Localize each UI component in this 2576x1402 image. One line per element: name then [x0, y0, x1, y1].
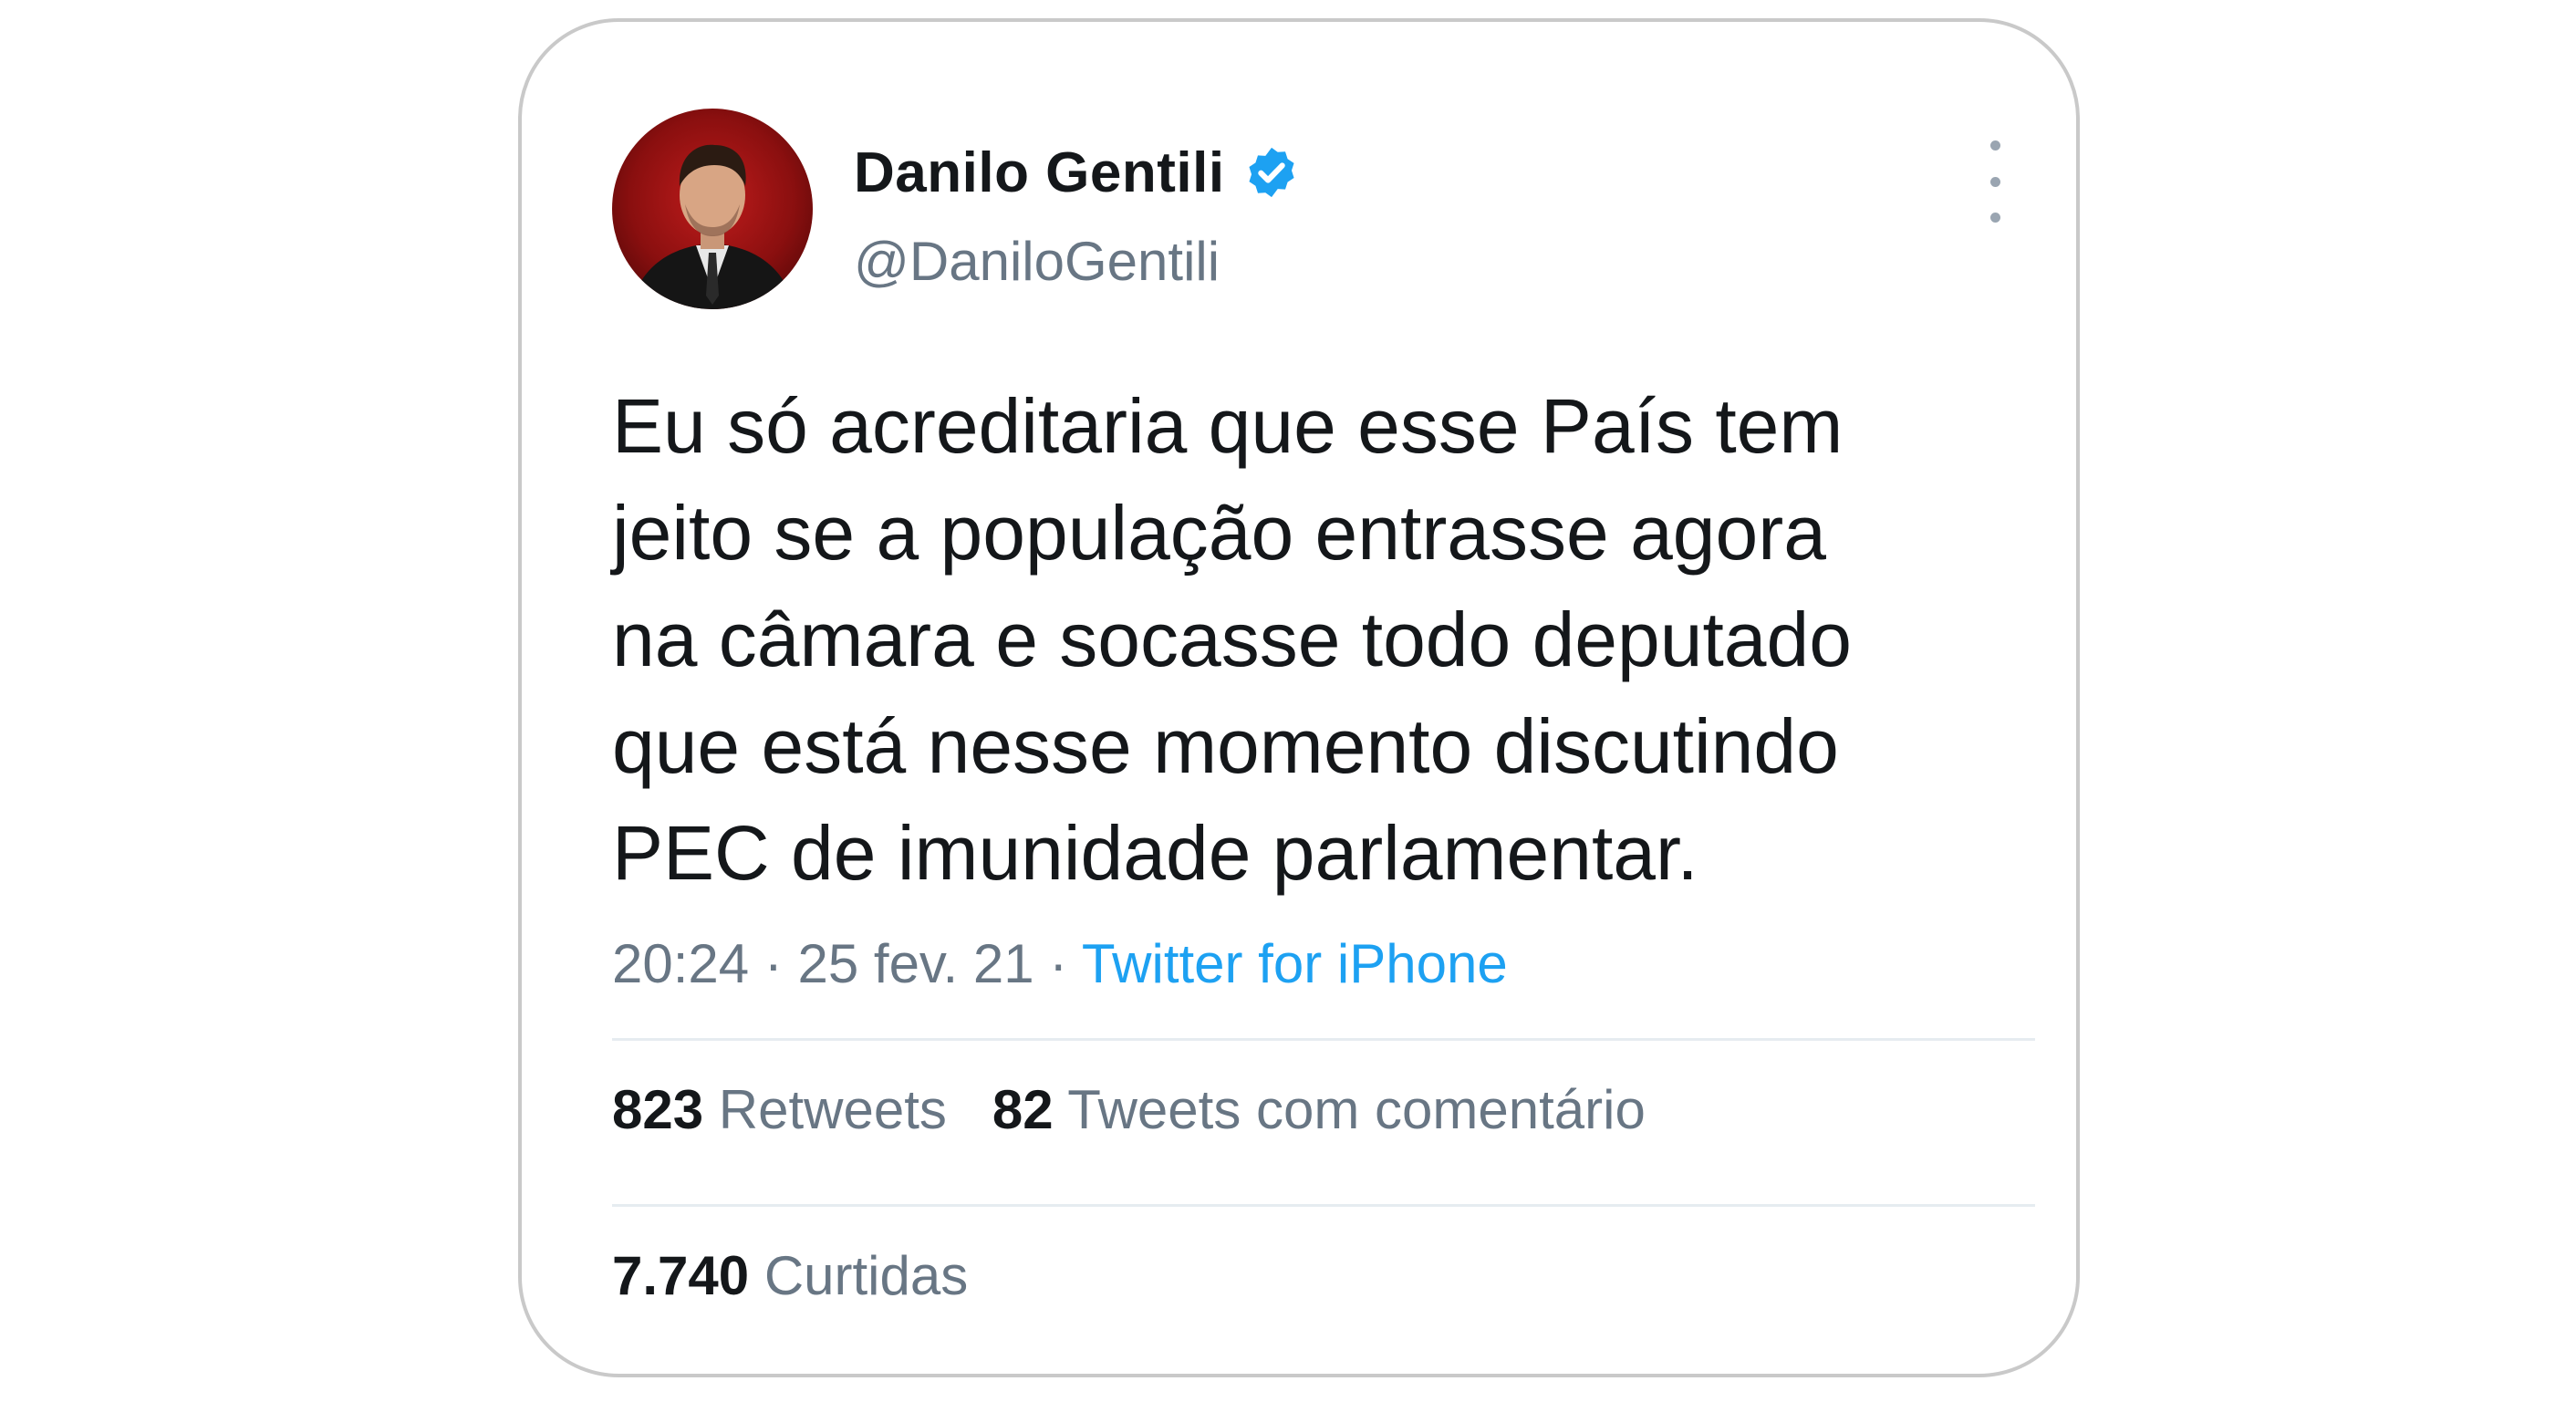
- quotes-count: 82: [992, 1079, 1054, 1140]
- avatar-image: [630, 144, 795, 309]
- retweets-label: Retweets: [718, 1079, 947, 1140]
- likes-stat[interactable]: 7.740 Curtidas: [612, 1245, 968, 1306]
- likes-stats-row: 7.740 Curtidas: [612, 1244, 968, 1307]
- tweet-text-line: PEC de imunidade parlamentar.: [612, 810, 1698, 896]
- author-handle[interactable]: @DaniloGentili: [854, 230, 1220, 293]
- quotes-label: Tweets com comentário: [1067, 1079, 1646, 1140]
- divider: [612, 1038, 2035, 1041]
- more-dot: [1989, 176, 2000, 187]
- likes-count: 7.740: [612, 1245, 750, 1306]
- tweet-text-line: Eu só acreditaria que esse País tem: [612, 383, 1844, 469]
- retweet-stats-row: 823 Retweets 82 Tweets com comentário: [612, 1078, 1646, 1141]
- tweet-text-line: jeito se a população entrasse agora: [612, 490, 1826, 576]
- tweet-source-link[interactable]: Twitter for iPhone: [1082, 933, 1508, 994]
- more-dot: [1989, 213, 2000, 223]
- retweets-count: 823: [612, 1079, 704, 1140]
- author-name[interactable]: Danilo Gentili: [854, 140, 1225, 205]
- likes-label: Curtidas: [763, 1245, 969, 1306]
- tweet-text: Eu só acreditaria que esse País tem jeit…: [612, 373, 2017, 907]
- quotes-stat[interactable]: 82 Tweets com comentário: [992, 1079, 1646, 1140]
- meta-separator: ·: [1034, 933, 1082, 994]
- avatar[interactable]: [612, 109, 813, 309]
- tweet-meta: 20:24 · 25 fev. 21 · Twitter for iPhone: [612, 932, 1508, 995]
- tweet-date[interactable]: 25 fev. 21: [797, 933, 1034, 994]
- tweet-text-line: na câmara e socasse todo deputado: [612, 597, 1852, 682]
- meta-separator: ·: [749, 933, 798, 994]
- verified-badge-icon: [1249, 147, 1294, 198]
- author-row: Danilo Gentili: [854, 131, 1300, 213]
- divider: [612, 1204, 2035, 1207]
- tweet-card: Danilo Gentili @DaniloGentili Eu só acre…: [518, 18, 2080, 1377]
- tweet-text-line: que está nesse momento discutindo: [612, 703, 1839, 789]
- more-options-icon[interactable]: [1981, 140, 2009, 223]
- retweets-stat[interactable]: 823 Retweets: [612, 1079, 947, 1140]
- tweet-time[interactable]: 20:24: [612, 933, 749, 994]
- more-dot: [1989, 140, 2000, 151]
